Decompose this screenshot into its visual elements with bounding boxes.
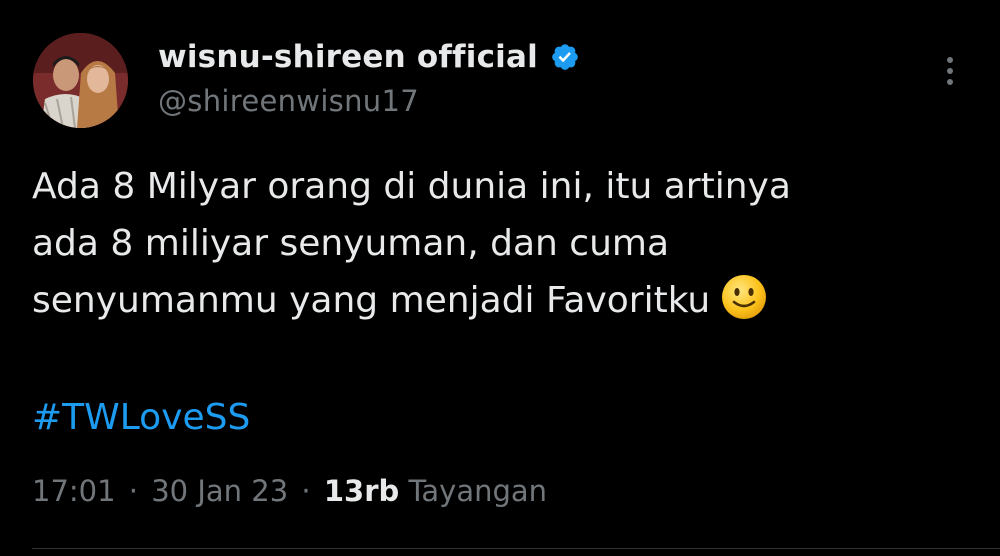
tweet-meta: 17:01 · 30 Jan 23 · 13rb Tayangan [32,474,547,508]
display-name[interactable]: wisnu-shireen official [158,39,538,75]
slightly-smiling-face-icon [720,273,768,321]
avatar[interactable] [33,33,128,128]
tweet-text-line: ada 8 miliyar senyuman, dan cuma [32,223,670,264]
tweet-time[interactable]: 17:01 [32,474,116,508]
views-count[interactable]: 13rb [324,474,399,508]
divider [32,548,1000,549]
views-label[interactable]: Tayangan [408,474,547,508]
avatar-image [33,33,128,128]
more-options-icon[interactable] [940,54,960,90]
tweet: wisnu-shireen official @shireenwisnu17 A… [0,0,1000,556]
tweet-date[interactable]: 30 Jan 23 [151,474,288,508]
author-name-row: wisnu-shireen official [158,36,580,78]
verified-badge-icon [550,42,580,72]
author-handle[interactable]: @shireenwisnu17 [158,84,419,118]
tweet-text-line: Ada 8 Milyar orang di dunia ini, itu art… [32,166,791,207]
meta-separator: · [301,474,311,508]
tweet-text: Ada 8 Milyar orang di dunia ini, itu art… [32,158,932,329]
tweet-text-line: senyumanmu yang menjadi Favoritku [32,272,932,329]
tweet-text-line-content: senyumanmu yang menjadi Favoritku [32,280,711,321]
hashtag-link[interactable]: #TWLoveSS [32,397,250,438]
meta-separator: · [128,474,139,508]
